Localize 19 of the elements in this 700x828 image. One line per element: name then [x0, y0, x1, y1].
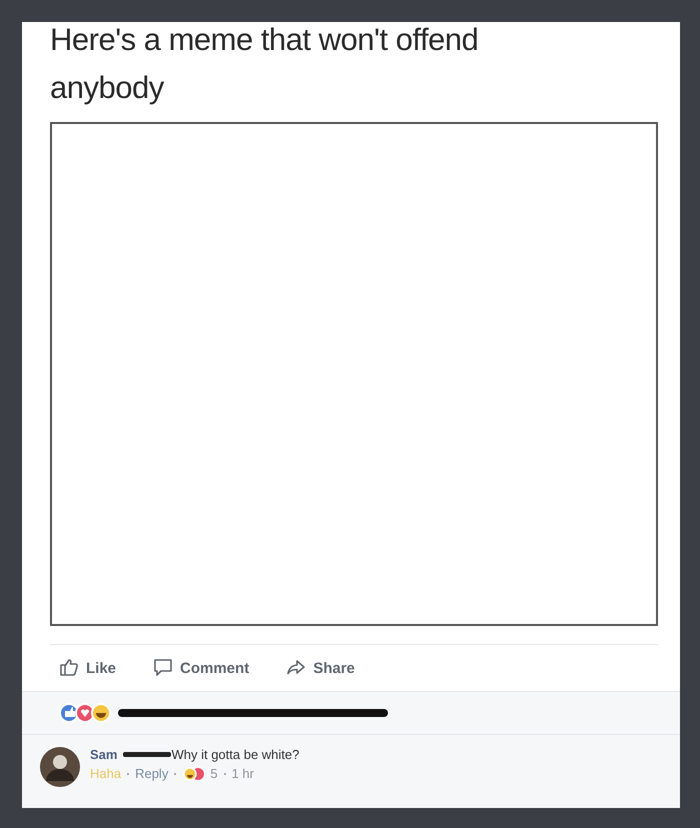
- comment-author[interactable]: Sam: [90, 747, 118, 762]
- separator-dot: [224, 772, 226, 774]
- separator-dot: [127, 772, 130, 774]
- comment-text: Why it gotta be white?: [171, 747, 300, 762]
- like-button[interactable]: Like: [58, 653, 116, 683]
- avatar-icon: [40, 747, 80, 787]
- reaction-icons: [182, 766, 206, 780]
- comment-time: 1 hr: [232, 766, 254, 781]
- thumbs-up-icon: [58, 657, 80, 679]
- redaction-scribble: [123, 752, 172, 757]
- share-button[interactable]: Share: [285, 653, 355, 683]
- speech-bubble-icon: [152, 657, 174, 679]
- reaction-label: Haha: [90, 766, 122, 781]
- reaction-icons: [58, 702, 114, 724]
- reply-link[interactable]: Reply: [135, 766, 168, 781]
- reaction-count: 5: [210, 766, 218, 781]
- comment-button[interactable]: Comment: [152, 653, 250, 683]
- separator-dot: [174, 772, 176, 774]
- post-text: Here's a meme that won't offend anybody: [50, 21, 480, 107]
